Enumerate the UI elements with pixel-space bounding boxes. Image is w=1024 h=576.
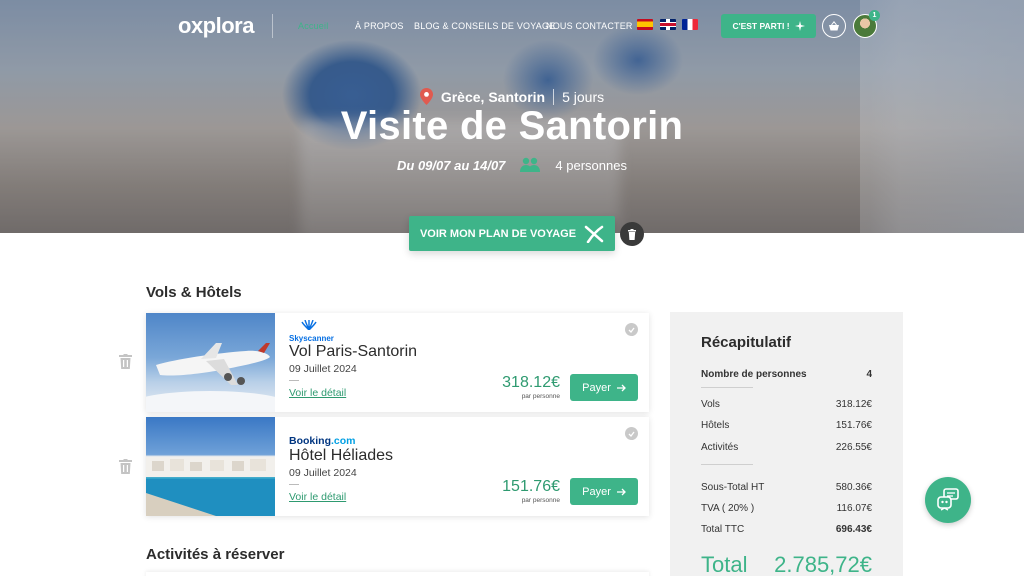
summary-value: 318.12€ <box>835 399 872 410</box>
summary-label: TVA ( 20% ) <box>701 503 755 514</box>
summary-row-vat: TVA ( 20% ) 116.07€ <box>701 503 872 514</box>
flag-english-icon[interactable] <box>660 19 676 30</box>
airplane-illustration <box>146 343 275 412</box>
summary-label: Activités <box>701 442 739 453</box>
chatbot-icon <box>937 488 959 511</box>
trash-icon <box>628 228 636 240</box>
pay-label: Payer <box>582 381 611 394</box>
summary-grand-total: Total 2.785,72€ <box>701 552 872 576</box>
people-count: 4 personnes <box>555 157 627 173</box>
location-separator <box>553 88 555 105</box>
hotel-illustration <box>146 457 275 516</box>
hotel-price: 151.76€ <box>502 478 560 495</box>
summary-value: 226.55€ <box>835 442 872 453</box>
summary-people-row: Nombre de personnes 4 <box>701 369 872 380</box>
hotel-date: 09 Juillet 2024 <box>289 467 357 479</box>
remove-flight-icon[interactable] <box>119 354 132 369</box>
hotel-detail-link[interactable]: Voir le détail <box>289 491 346 503</box>
dates-row: Du 09/07 au 14/07 4 personnes <box>0 157 1024 173</box>
summary-value: 151.76€ <box>835 420 872 431</box>
trip-dates: Du 09/07 au 14/07 <box>397 157 506 173</box>
nav-divider <box>272 14 273 38</box>
view-travel-plan-button[interactable]: VOIR MON PLAN DE VOYAGE <box>409 216 615 251</box>
total-label: Total <box>701 552 748 576</box>
flag-spanish-icon[interactable] <box>637 19 653 30</box>
oxplora-x-icon <box>584 225 604 243</box>
location-row: Grèce, Santorin 5 jours <box>0 88 1024 105</box>
summary-label: Total TTC <box>701 524 745 535</box>
nav-link-home[interactable]: Accueil <box>298 21 328 31</box>
flight-title: Vol Paris-Santorin <box>289 343 418 360</box>
flight-card-body: Skyscanner Vol Paris-Santorin 09 Juillet… <box>289 313 649 412</box>
flight-date: 09 Juillet 2024 <box>289 363 357 375</box>
chat-assistant-button[interactable] <box>925 477 971 523</box>
card-divider <box>289 484 299 485</box>
summary-people-value: 4 <box>866 369 872 380</box>
summary-row-hotels: Hôtels 151.76€ <box>701 420 872 431</box>
check-icon[interactable] <box>625 427 638 440</box>
summary-people-label: Nombre de personnes <box>701 369 807 380</box>
cta-label: C'EST PARTI ! <box>732 21 790 31</box>
summary-value: 116.07€ <box>836 503 872 514</box>
hotel-image <box>146 417 275 516</box>
hotel-card-body: Booking.com Hôtel Héliades 09 Juillet 20… <box>289 417 649 516</box>
nav-link-about[interactable]: À PROPOS <box>355 21 404 31</box>
skyscanner-logo-icon <box>301 320 317 330</box>
nav-link-contact[interactable]: NOUS CONTACTER <box>546 21 633 31</box>
pay-label: Payer <box>582 485 611 498</box>
summary-value: 580.36€ <box>835 482 872 493</box>
delete-trip-button[interactable] <box>620 222 644 246</box>
arrow-right-icon <box>616 488 626 495</box>
summary-row-total-ttc: Total TTC 696.43€ <box>701 524 872 535</box>
summary-title: Récapitulatif <box>701 334 792 351</box>
basket-icon <box>829 21 839 31</box>
sparkle-icon <box>794 21 805 31</box>
check-icon[interactable] <box>625 323 638 336</box>
arrow-right-icon <box>616 384 626 391</box>
brand-skyscanner: Skyscanner <box>289 334 334 343</box>
activity-card-peek <box>146 572 649 576</box>
total-value: 2.785,72€ <box>774 552 872 576</box>
notification-badge: 1 <box>869 10 880 21</box>
section-title-flights-hotels: Vols & Hôtels <box>146 284 242 301</box>
brand-booking-main: Booking <box>289 435 331 447</box>
cest-parti-button[interactable]: C'EST PARTI ! <box>721 14 816 38</box>
flight-image <box>146 313 275 412</box>
pay-flight-button[interactable]: Payer <box>570 374 638 401</box>
remove-hotel-icon[interactable] <box>119 459 132 474</box>
summary-row-activities: Activités 226.55€ <box>701 442 872 453</box>
flight-price: 318.12€ <box>502 374 560 391</box>
summary-divider <box>701 387 753 388</box>
summary-divider <box>701 464 753 465</box>
location-pin-icon <box>419 88 433 105</box>
section-title-activities: Activités à réserver <box>146 546 285 563</box>
destination-place: Grèce, Santorin <box>440 88 546 105</box>
flight-price-unit: par personne <box>521 393 560 400</box>
hotel-card: Booking.com Hôtel Héliades 09 Juillet 20… <box>146 417 649 516</box>
flag-french-icon[interactable] <box>682 19 698 30</box>
brand-booking-suffix: .com <box>331 435 356 447</box>
page-title: Visite de Santorin <box>340 104 684 148</box>
hotel-price-unit: par personne <box>521 497 560 504</box>
flight-card: Skyscanner Vol Paris-Santorin 09 Juillet… <box>146 313 649 412</box>
hotel-title: Hôtel Héliades <box>289 447 394 464</box>
summary-value: 696.43€ <box>835 524 872 535</box>
summary-row-subtotal: Sous-Total HT 580.36€ <box>701 482 872 493</box>
nav-link-blog[interactable]: BLOG & CONSEILS DE VOYAGE <box>414 21 555 31</box>
summary-label: Vols <box>701 399 720 410</box>
summary-panel: Récapitulatif Nombre de personnes 4 Vols… <box>670 312 903 576</box>
summary-label: Sous-Total HT <box>701 482 765 493</box>
card-divider <box>289 380 299 381</box>
trip-duration: 5 jours <box>562 88 605 105</box>
summary-label: Hôtels <box>701 420 730 431</box>
basket-button[interactable] <box>822 14 846 38</box>
brand-booking: Booking.com <box>289 435 356 447</box>
logo[interactable]: oxplora <box>178 13 254 39</box>
summary-row-flights: Vols 318.12€ <box>701 399 872 410</box>
plan-button-label: VOIR MON PLAN DE VOYAGE <box>419 227 577 240</box>
people-icon <box>520 157 541 172</box>
pay-hotel-button[interactable]: Payer <box>570 478 638 505</box>
flight-detail-link[interactable]: Voir le détail <box>289 387 346 399</box>
